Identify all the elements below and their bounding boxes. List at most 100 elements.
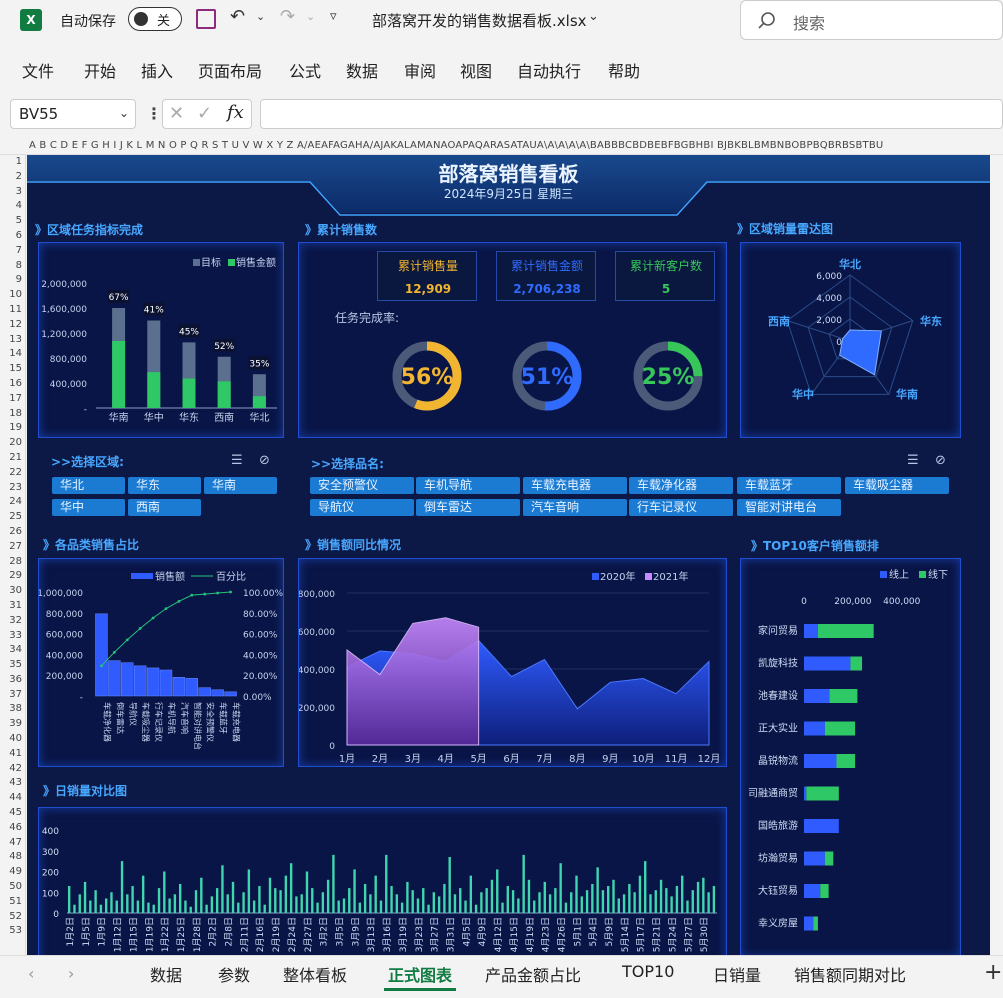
product-slicer-item[interactable]: 汽车音响: [523, 499, 627, 516]
product-slicer-item[interactable]: 行车记录仪: [629, 499, 733, 516]
y-tick-label: 400,000: [50, 380, 87, 390]
row-header: 23: [9, 481, 22, 493]
menu-3[interactable]: 页面布局: [198, 58, 262, 82]
autosave-state: 关: [157, 14, 171, 29]
product-slicer-item[interactable]: 智能对讲电台: [737, 499, 841, 516]
row-header: 43: [9, 777, 22, 789]
y-tick-label: 400,000: [46, 651, 83, 661]
product-slicer-item[interactable]: 车载蓝牙: [737, 477, 841, 494]
tab-3[interactable]: 正式图表: [384, 962, 457, 991]
menu-2[interactable]: 插入: [141, 58, 173, 82]
daily-bar: [559, 863, 562, 913]
product-slicer-item[interactable]: 车机导航: [416, 477, 520, 494]
row-header: 41: [9, 747, 22, 759]
search-box[interactable]: 搜索: [740, 0, 1003, 40]
legend-online: 线上: [889, 568, 909, 581]
daily-bar: [126, 894, 129, 913]
daily-bar: [554, 888, 557, 913]
menu-9[interactable]: 帮助: [608, 58, 640, 82]
customize-toolbar-icon[interactable]: ▿: [330, 9, 337, 24]
y-tick-label: 800,000: [46, 610, 83, 620]
name-box-dropdown-icon[interactable]: ⌄: [119, 106, 129, 120]
product-clear-filter-icon[interactable]: ⊘: [935, 453, 946, 468]
daily-bar: [258, 886, 261, 913]
row-header: 20: [9, 437, 22, 449]
x-tick-label: 5月14日: [620, 917, 631, 952]
data-label: 52%: [214, 342, 234, 352]
formula-input[interactable]: [260, 99, 1003, 129]
row-header: 52: [9, 910, 22, 922]
product-slicer-item[interactable]: 导航仪: [310, 499, 414, 516]
menu-6[interactable]: 审阅: [404, 58, 436, 82]
more-options-icon[interactable]: ⋮: [146, 104, 162, 123]
daily-bar: [136, 900, 140, 913]
x-tick-label: 华中: [144, 411, 164, 424]
redo-dropdown-icon[interactable]: ⌄: [306, 10, 315, 23]
menu-4[interactable]: 公式: [289, 58, 321, 82]
function-icon[interactable]: fx: [227, 102, 244, 123]
region-slicer-item[interactable]: 华中: [52, 499, 125, 516]
row-header: 16: [9, 377, 22, 389]
save-icon[interactable]: [196, 9, 216, 29]
category-bar: [211, 689, 224, 697]
x-tick-label: 5月: [470, 753, 486, 765]
region-slicer-item[interactable]: 华东: [128, 477, 201, 494]
menu-8[interactable]: 自动执行: [517, 58, 581, 82]
region-slicer-item[interactable]: 西南: [128, 499, 201, 516]
row-header: 11: [9, 303, 22, 315]
x-tick-label: 车载充电器: [232, 702, 242, 742]
tab-0[interactable]: 数据: [150, 962, 182, 986]
region-slicer-item[interactable]: 华南: [204, 477, 277, 494]
menu-0[interactable]: 文件: [22, 58, 54, 82]
region-slicer-item[interactable]: 华北: [52, 477, 125, 494]
x-tick-label: 3月27日: [430, 917, 441, 952]
daily-bar: [406, 881, 409, 913]
vertical-scrollbar[interactable]: [990, 155, 1003, 955]
row-header: 47: [9, 836, 22, 848]
autosave-toggle[interactable]: 关: [128, 7, 182, 31]
daily-bar: [104, 898, 108, 913]
redo-icon[interactable]: ↷: [280, 6, 295, 27]
region-multiselect-icon[interactable]: ☰: [231, 453, 243, 468]
tab-scroll-right-icon[interactable]: ›: [68, 964, 74, 983]
tab-7[interactable]: 销售额同期对比: [794, 962, 906, 986]
region-clear-filter-icon[interactable]: ⊘: [259, 453, 270, 468]
menu-1[interactable]: 开始: [84, 58, 116, 82]
daily-bar: [670, 896, 673, 913]
product-slicer-item[interactable]: 车载净化器: [629, 477, 733, 494]
x-tick-label: 西南: [214, 411, 234, 424]
tab-1[interactable]: 参数: [218, 962, 250, 986]
tab-5[interactable]: TOP10: [622, 962, 674, 981]
y-tick-label: 600,000: [46, 631, 83, 641]
undo-dropdown-icon[interactable]: ⌄: [256, 10, 265, 23]
row-header: 1: [15, 156, 22, 167]
tab-4[interactable]: 产品金额占比: [485, 962, 581, 986]
x-tick-label: 4月12日: [493, 917, 504, 952]
file-name[interactable]: 部落窝开发的销售数据看板.xlsx: [372, 10, 587, 31]
section-title-radar: 》区域销量雷达图: [737, 222, 834, 236]
product-slicer-item[interactable]: 车载吸尘器: [845, 477, 949, 494]
legend-percent: 百分比: [216, 571, 246, 583]
menu-5[interactable]: 数据: [346, 58, 378, 82]
filename-dropdown-icon[interactable]: ⌄: [588, 9, 599, 24]
daily-bar: [316, 902, 319, 913]
x-tick-label: 3月31日: [445, 917, 456, 952]
add-sheet-icon[interactable]: +: [984, 960, 1002, 985]
tab-2[interactable]: 整体看板: [283, 962, 347, 986]
tab-6[interactable]: 日销量: [713, 962, 761, 986]
product-multiselect-icon[interactable]: ☰: [907, 453, 919, 468]
product-slicer-item[interactable]: 车载充电器: [523, 477, 627, 494]
undo-icon[interactable]: ↶: [230, 6, 245, 27]
check-icon[interactable]: ✓: [197, 103, 212, 124]
x-tick-label: 8月: [569, 753, 585, 765]
tab-scroll-left-icon[interactable]: ‹: [28, 964, 34, 983]
name-box[interactable]: BV55 ⌄: [10, 99, 136, 129]
daily-bar: [511, 890, 515, 913]
x-tick-label: 3月19日: [398, 917, 409, 952]
x-tick-label: 7月: [536, 753, 552, 765]
cancel-icon[interactable]: ✕: [169, 103, 184, 124]
product-slicer-item[interactable]: 安全预警仪: [310, 477, 414, 494]
menu-7[interactable]: 视图: [460, 58, 492, 82]
dashboard-sheet[interactable]: 部落窝销售看板 2024年9月25日 星期三 》区域任务指标完成 》累计销售数 …: [27, 155, 990, 955]
product-slicer-item[interactable]: 倒车雷达: [416, 499, 520, 516]
